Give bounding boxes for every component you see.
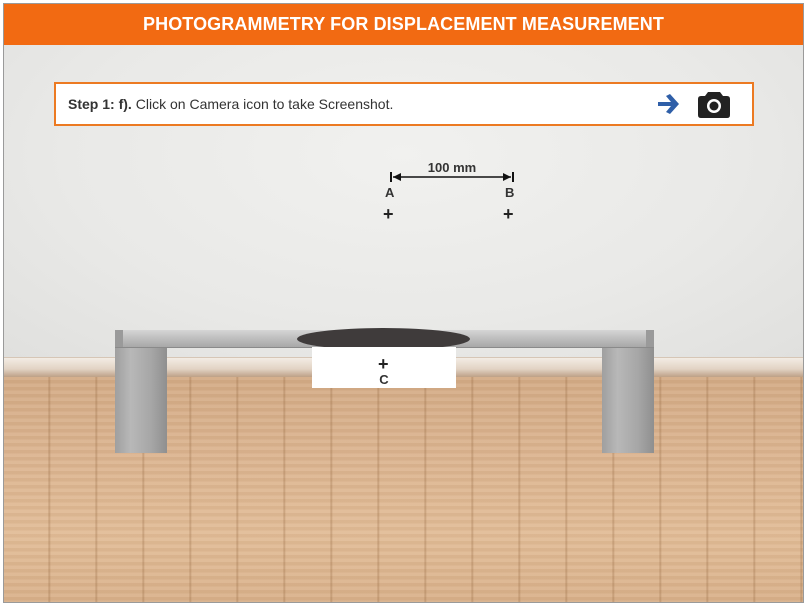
scene: Step 1: f). Click on Camera icon to take…: [4, 45, 803, 602]
beam-left-end: [115, 330, 123, 347]
step-label: Step 1: f).: [68, 96, 132, 112]
point-a-label: A: [385, 185, 395, 200]
instruction-text: Click on Camera icon to take Screenshot.: [135, 96, 394, 112]
app-frame: PHOTOGRAMMETRY FOR DISPLACEMENT MEASUREM…: [3, 3, 804, 603]
beam-right-end: [646, 330, 654, 347]
point-b-marker: +: [503, 204, 514, 224]
right-arrow-icon: [656, 92, 682, 116]
camera-icon[interactable]: [697, 89, 731, 119]
point-c-label: C: [379, 372, 389, 387]
instruction-box: Step 1: f). Click on Camera icon to take…: [54, 82, 754, 126]
right-support: [602, 347, 654, 453]
left-support: [115, 347, 167, 453]
point-c-panel: + C: [312, 347, 456, 388]
point-c-marker: +: [378, 354, 389, 374]
point-a-marker: +: [383, 204, 394, 224]
point-b-label: B: [505, 185, 515, 200]
dimension-line: [390, 172, 514, 182]
page-title: PHOTOGRAMMETRY FOR DISPLACEMENT MEASUREM…: [4, 4, 803, 45]
